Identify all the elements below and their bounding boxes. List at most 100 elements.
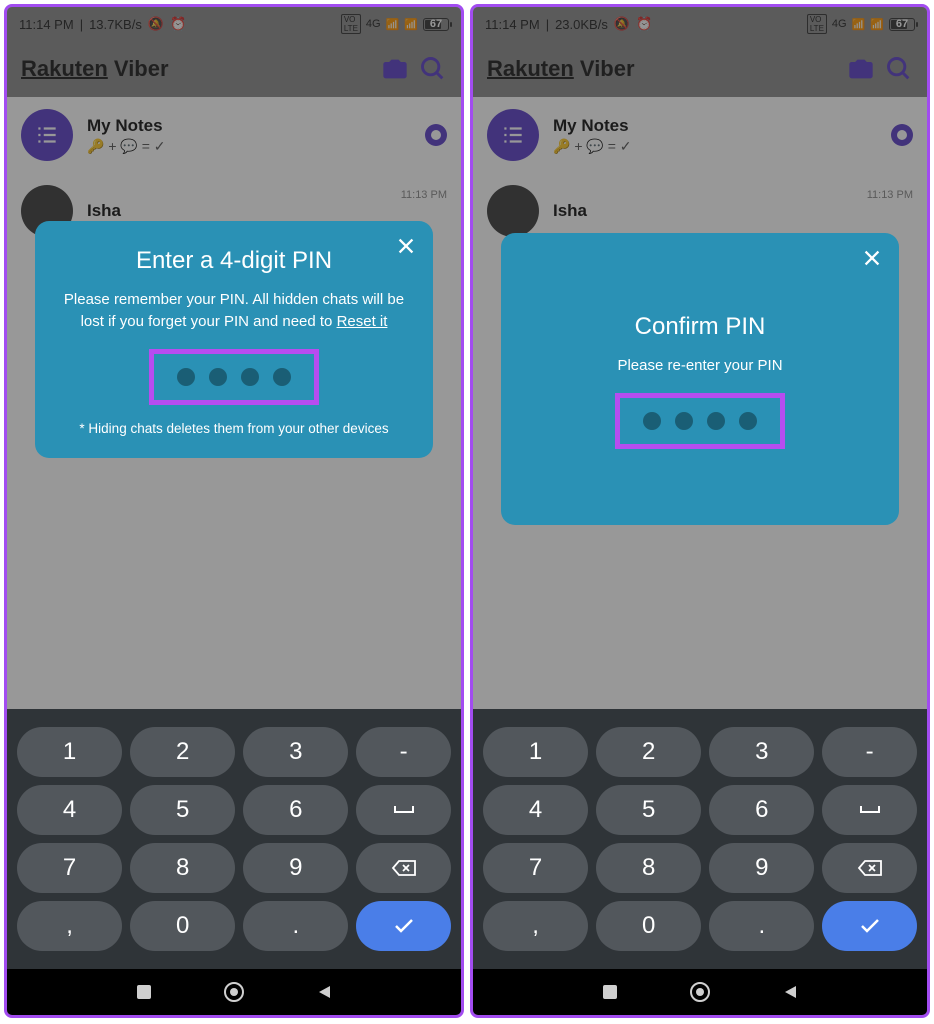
key-5[interactable]: 5 [130,785,235,835]
modal-subtitle: Please remember your PIN. All hidden cha… [57,289,411,333]
battery-icon: 67 [423,18,449,31]
nav-back-icon[interactable] [315,983,333,1001]
key-comma[interactable]: , [483,901,588,951]
status-time: 11:14 PM [19,17,74,32]
app-title: Rakuten Viber [487,56,635,82]
key-1[interactable]: 1 [17,727,122,777]
pin-dot [707,412,725,430]
search-icon[interactable] [419,55,447,83]
net-icon: 4G [832,18,847,30]
chat-time: 11:13 PM [401,189,447,201]
nav-bar [473,969,927,1015]
modal-title: Confirm PIN [523,313,877,341]
modal-note: * Hiding chats deletes them from your ot… [57,421,411,436]
nav-recent-icon[interactable] [601,983,619,1001]
numeric-keypad: 1 2 3 - 4 5 6 7 8 9 , 0 . [473,709,927,969]
phone-right: 11:14 PM | 23.0KB/s 🔕 ⏰ VOLTE 4G 📶 📶 67 … [470,4,930,1018]
reset-link[interactable]: Reset it [337,313,388,330]
status-speed: 13.7KB/s [89,17,142,32]
pin-dot [739,412,757,430]
key-5[interactable]: 5 [596,785,701,835]
search-icon[interactable] [885,55,913,83]
signal-icon: 📶 [386,18,400,31]
camera-icon[interactable] [381,55,409,83]
key-6[interactable]: 6 [709,785,814,835]
key-period[interactable]: . [243,901,348,951]
key-6[interactable]: 6 [243,785,348,835]
pin-dot [643,412,661,430]
nav-bar [7,969,461,1015]
status-speed: 23.0KB/s [555,17,608,32]
signal-icon: 📶 [852,18,866,31]
volte-icon: VOLTE [341,14,361,34]
key-period[interactable]: . [709,901,814,951]
phone-left: 11:14 PM | 13.7KB/s 🔕 ⏰ VOLTE 4G 📶 📶 67 … [4,4,464,1018]
pin-input[interactable] [615,393,785,449]
chat-sub: 🔑 + 💬 = ✓ [87,138,411,155]
chat-item-mynotes[interactable]: My Notes 🔑 + 💬 = ✓ [7,97,461,173]
key-2[interactable]: 2 [130,727,235,777]
chat-name: My Notes [87,116,411,136]
key-7[interactable]: 7 [17,843,122,893]
app-title: Rakuten Viber [21,56,169,82]
key-confirm[interactable] [356,901,451,951]
chat-time: 11:13 PM [867,189,913,201]
alarm-mute-icon: 🔕 [148,16,164,32]
status-bar: 11:14 PM | 13.7KB/s 🔕 ⏰ VOLTE 4G 📶 📶 67 [7,7,461,41]
chat-name: My Notes [553,116,877,136]
net-icon: 4G [366,18,381,30]
key-0[interactable]: 0 [130,901,235,951]
key-1[interactable]: 1 [483,727,588,777]
pin-dot [209,368,227,386]
key-space[interactable] [356,785,451,835]
pin-modal: Confirm PIN Please re-enter your PIN [501,233,899,525]
key-dash[interactable]: - [822,727,917,777]
volte-icon: VOLTE [807,14,827,34]
key-3[interactable]: 3 [709,727,814,777]
app-header: Rakuten Viber [473,41,927,97]
alarm-mute-icon: 🔕 [614,16,630,32]
key-space[interactable] [822,785,917,835]
close-icon[interactable] [395,235,417,257]
key-4[interactable]: 4 [17,785,122,835]
chat-list: My Notes 🔑 + 💬 = ✓ Isha 11:13 PM Enter a… [7,97,461,709]
camera-icon[interactable] [847,55,875,83]
key-backspace[interactable] [822,843,917,893]
key-3[interactable]: 3 [243,727,348,777]
pin-input[interactable] [149,349,319,405]
pin-dot [273,368,291,386]
chat-name: Isha [87,201,387,221]
nav-home-icon[interactable] [689,981,711,1003]
nav-home-icon[interactable] [223,981,245,1003]
key-8[interactable]: 8 [596,843,701,893]
status-bar: 11:14 PM | 23.0KB/s 🔕 ⏰ VOLTE 4G 📶 📶 67 [473,7,927,41]
key-dash[interactable]: - [356,727,451,777]
chat-sub: 🔑 + 💬 = ✓ [553,138,877,155]
chat-list: My Notes 🔑 + 💬 = ✓ Isha 11:13 PM Confirm… [473,97,927,709]
status-time: 11:14 PM [485,17,540,32]
key-0[interactable]: 0 [596,901,701,951]
key-8[interactable]: 8 [130,843,235,893]
key-backspace[interactable] [356,843,451,893]
alarm-icon: ⏰ [636,16,652,32]
close-icon[interactable] [861,247,883,269]
key-2[interactable]: 2 [596,727,701,777]
key-confirm[interactable] [822,901,917,951]
key-9[interactable]: 9 [243,843,348,893]
modal-subtitle: Please re-enter your PIN [523,355,877,377]
pin-dot [675,412,693,430]
nav-recent-icon[interactable] [135,983,153,1001]
chat-badge-icon [425,124,447,146]
key-4[interactable]: 4 [483,785,588,835]
avatar [487,185,539,237]
signal-icon-2: 📶 [870,18,884,31]
avatar-notes [21,109,73,161]
chat-item-mynotes[interactable]: My Notes 🔑 + 💬 = ✓ [473,97,927,173]
key-comma[interactable]: , [17,901,122,951]
alarm-icon: ⏰ [170,16,186,32]
pin-dot [241,368,259,386]
key-9[interactable]: 9 [709,843,814,893]
nav-back-icon[interactable] [781,983,799,1001]
key-7[interactable]: 7 [483,843,588,893]
chat-badge-icon [891,124,913,146]
